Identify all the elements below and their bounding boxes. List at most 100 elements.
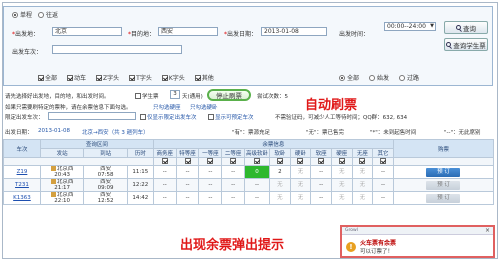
interval-input[interactable]: 3: [170, 90, 180, 99]
seat-filter-cell[interactable]: [269, 157, 291, 166]
col-to: 到站: [83, 148, 128, 158]
seat-cell: 无: [330, 191, 353, 205]
book-button[interactable]: 预 订: [426, 193, 461, 203]
seat-filter-cell[interactable]: [289, 157, 312, 166]
duration-cell: 14:42: [126, 191, 154, 205]
train-number-link[interactable]: Z19: [3, 165, 41, 179]
seat-cell: 无: [330, 178, 353, 192]
legend-star: "*"：未到起售时间: [370, 130, 417, 136]
book-button[interactable]: 预 订: [426, 180, 461, 190]
checkbox-icon: [161, 74, 168, 81]
to-input[interactable]: 西安: [158, 27, 218, 36]
checkbox-icon: [208, 114, 214, 120]
radio-dot-icon: [12, 11, 18, 18]
seat-filter-cell[interactable]: [152, 157, 177, 166]
from-cell: 北京西 20:43: [39, 165, 85, 179]
stop-refresh-button[interactable]: 停止刷票: [207, 89, 251, 101]
train-type-other[interactable]: 其他: [194, 73, 214, 82]
train-type-k[interactable]: K字头: [161, 73, 185, 82]
round-trip-radio[interactable]: 往返: [38, 10, 58, 19]
train-type-z[interactable]: Z字头: [96, 73, 119, 82]
to-cell: 西安 09:09: [83, 178, 128, 192]
close-icon[interactable]: ×: [485, 227, 490, 235]
col-train: 车次: [3, 139, 41, 158]
passenger-all-radio[interactable]: 全部: [339, 73, 359, 82]
checkbox-icon: [338, 158, 345, 165]
passenger-origin-radio[interactable]: 始发: [369, 73, 389, 82]
seat-cell: 无: [330, 165, 353, 179]
table-row: T231 北京西 21:17 西安 09:09 12:22 -- -- -- -- …: [3, 178, 495, 192]
filter-row-spacer: [3, 157, 154, 166]
time-select[interactable]: 00:00--24:00 ▼: [384, 22, 436, 31]
date-input[interactable]: 2013-01-08: [261, 27, 327, 36]
col-seat: 软卧: [269, 148, 291, 158]
restrict-only-checkbox[interactable]: 仅显示限定出发车次: [140, 113, 197, 121]
col-seat: 一等座: [198, 148, 223, 158]
legend-have: "有"：票源充足: [232, 130, 271, 136]
seat-filter-cell[interactable]: [221, 157, 246, 166]
seat-filter-cell[interactable]: [372, 157, 394, 166]
train-type-d[interactable]: 动车: [67, 73, 86, 82]
seat-filter-cell[interactable]: [244, 157, 271, 166]
popup-body: ! 火车票有余票 可以订票了！: [342, 235, 493, 258]
train-type-all[interactable]: 全部: [38, 73, 57, 82]
checkbox-icon: [276, 158, 283, 165]
query-button[interactable]: 查询: [444, 21, 488, 34]
checkbox-icon: [96, 74, 103, 81]
auto-refresh-annotation: 自动刷票: [305, 98, 358, 113]
summary-route: 北京→西安（共 3 趟列车）: [82, 130, 149, 136]
train-number-link[interactable]: K1363: [3, 191, 41, 205]
train-number-link[interactable]: T231: [3, 178, 41, 192]
book-button[interactable]: 预 订: [426, 167, 461, 177]
seat-filter-cell[interactable]: [351, 157, 374, 166]
origin-station-icon: [50, 179, 56, 184]
show-bookable-checkbox[interactable]: 显示可预定车次: [208, 113, 254, 121]
seat-cell: --: [175, 191, 200, 205]
checkbox-icon: [254, 158, 261, 165]
seat-cell: --: [198, 191, 223, 205]
summary-date-label: 出发日期：: [5, 130, 33, 136]
popup-tip-annotation: 出现余票弹出提示: [180, 238, 285, 253]
col-group-interval: 查询区间: [39, 139, 154, 149]
student-query-button[interactable]: 查询学生票: [444, 38, 488, 51]
seat-cell: --: [310, 191, 332, 205]
time-label: 出发时间：: [339, 31, 370, 38]
col-seat: 其它: [372, 148, 394, 158]
seat-cell: --: [372, 165, 394, 179]
results-table: 车次 查询区间 余票信息 购票 发站 到站 历时 商务座 特等座 一等座 二等座…: [3, 139, 495, 205]
popup-header: Growl ×: [342, 227, 493, 235]
col-seat: 硬卧: [289, 148, 312, 158]
seat-cell: --: [152, 191, 177, 205]
legend-none: "无"：票已售完: [306, 130, 345, 136]
ticket-available-popup[interactable]: Growl × ! 火车票有余票 可以订票了！: [340, 225, 495, 258]
seat-filter-cell[interactable]: [310, 157, 332, 166]
passenger-pass-radio[interactable]: 过路: [399, 73, 419, 82]
one-way-radio[interactable]: 单程: [12, 10, 32, 19]
seat-filter-cell[interactable]: [175, 157, 200, 166]
seat-cell: --: [372, 191, 394, 205]
search-icon: [456, 25, 461, 30]
radio-dot-icon: [339, 74, 345, 81]
duration-cell: 11:15: [126, 165, 154, 179]
checkbox-icon: [207, 158, 214, 165]
seat-cell: --: [198, 178, 223, 192]
to-cell: 西安 07:58: [83, 165, 128, 179]
train-type-filter: 全部 动车 Z字头 T字头 K字头 其他: [38, 73, 214, 82]
seat-filter-cell[interactable]: [330, 157, 353, 166]
checkbox-icon: [38, 74, 44, 81]
only-hard-sleeper-link[interactable]: 只勾选硬卧: [190, 103, 218, 111]
col-from: 发站: [39, 148, 85, 158]
only-hard-seat-link[interactable]: 只勾选硬座: [153, 103, 181, 111]
col-group-seats: 余票信息: [152, 139, 394, 149]
tips-text: 不需验证码，可减少人工等待时间；QQ群：632, 634: [275, 115, 408, 121]
checkbox-icon: [184, 158, 191, 165]
restrict-train-input[interactable]: [48, 112, 136, 120]
seat-cell: --: [175, 178, 200, 192]
from-input[interactable]: 北京: [52, 27, 122, 36]
seat-filter-cell[interactable]: [198, 157, 223, 166]
train-type-t[interactable]: T字头: [129, 73, 152, 82]
train-no-input[interactable]: [52, 45, 182, 54]
seat-cell: 无: [269, 178, 291, 192]
table-row: K1363 北京西 22:10 西安 12:52 14:42 -- -- -- --…: [3, 191, 495, 205]
student-checkbox[interactable]: 学生票: [135, 92, 159, 100]
